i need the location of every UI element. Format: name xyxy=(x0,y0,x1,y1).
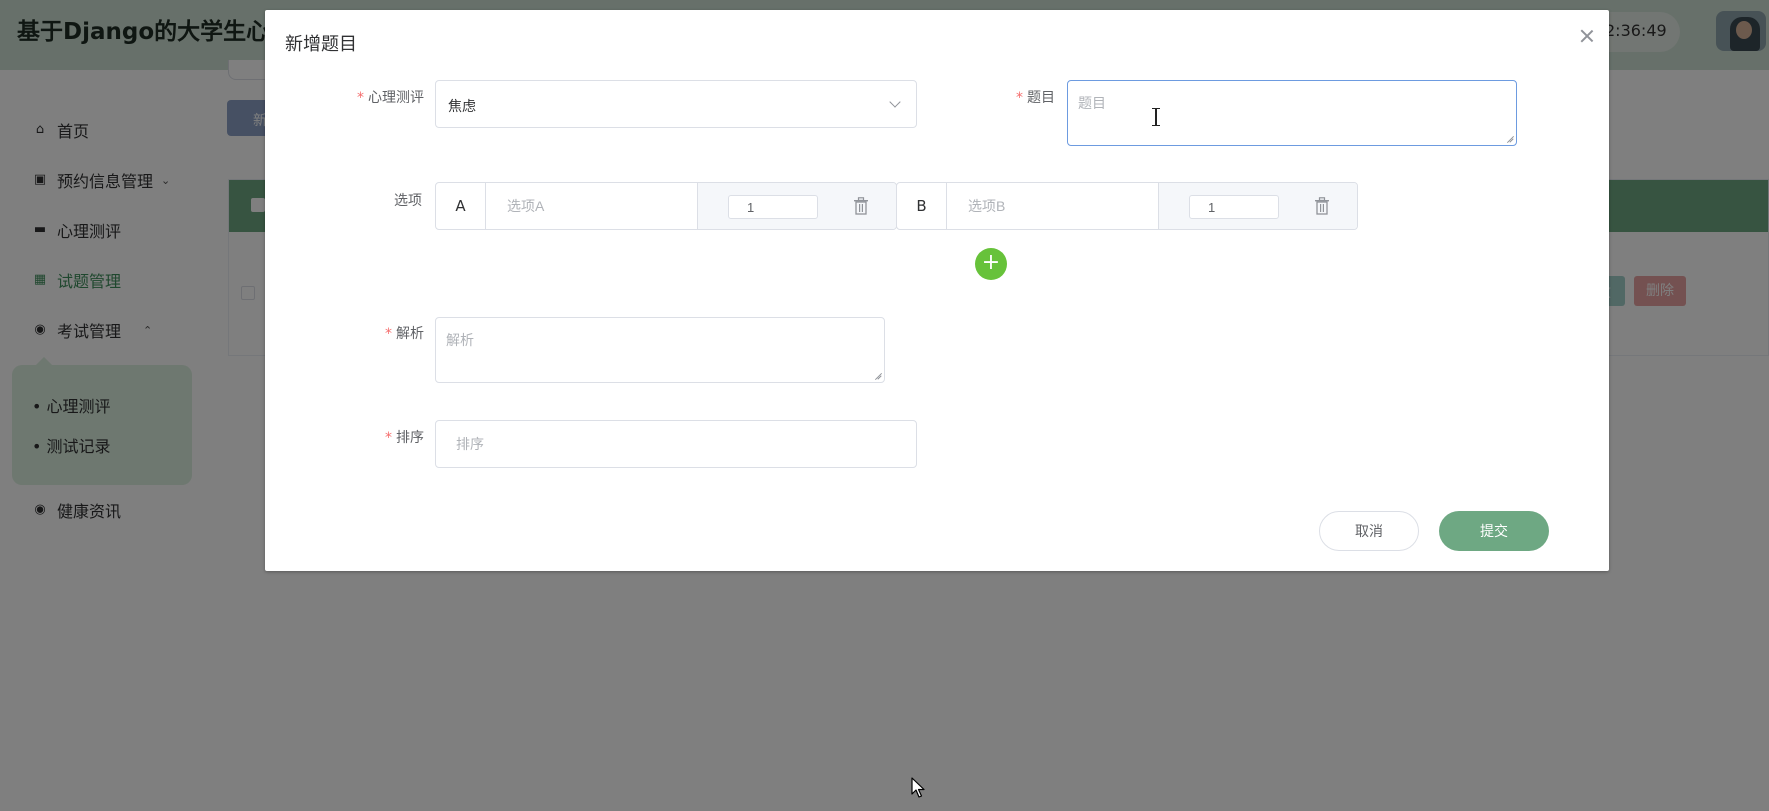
required-mark: * xyxy=(385,430,392,446)
required-mark: * xyxy=(385,326,392,342)
assessment-select[interactable]: 焦虑 xyxy=(435,80,917,128)
sort-label: * 排序 xyxy=(385,430,424,446)
chevron-down-icon xyxy=(889,96,901,108)
options-label: 选项 xyxy=(394,193,422,209)
add-option-button[interactable]: + xyxy=(975,248,1007,280)
resize-handle-icon[interactable] xyxy=(874,372,882,380)
option-b-score-input[interactable] xyxy=(1189,195,1279,219)
required-mark: * xyxy=(1016,90,1023,106)
dialog-title: 新增题目 xyxy=(285,34,357,55)
option-a-input[interactable] xyxy=(487,183,697,229)
close-icon[interactable] xyxy=(1577,26,1597,46)
question-textarea[interactable] xyxy=(1067,80,1517,146)
option-score-area xyxy=(1158,183,1357,229)
resize-handle-icon[interactable] xyxy=(1506,135,1514,143)
sort-input[interactable] xyxy=(435,420,917,468)
option-b-input[interactable] xyxy=(948,183,1158,229)
add-question-dialog: 新增题目 *心理测评 焦虑 *题目 选项 A B xyxy=(265,10,1609,571)
option-row-a: A xyxy=(435,182,897,230)
trash-icon[interactable] xyxy=(853,197,869,215)
question-label: * 题目 xyxy=(1016,90,1055,106)
analysis-textarea[interactable] xyxy=(435,317,885,383)
assessment-select-value: 焦虑 xyxy=(448,99,476,115)
option-a-score-input[interactable] xyxy=(728,195,818,219)
mouse-pointer-icon xyxy=(911,777,925,798)
trash-icon[interactable] xyxy=(1314,197,1330,215)
option-row-b: B xyxy=(896,182,1358,230)
cancel-button[interactable]: 取消 xyxy=(1319,511,1419,551)
submit-button[interactable]: 提交 xyxy=(1439,511,1549,551)
analysis-label: * 解析 xyxy=(385,326,424,342)
option-score-area xyxy=(697,183,896,229)
text-cursor-icon xyxy=(1151,108,1161,126)
required-mark: * xyxy=(357,90,364,106)
assessment-label: * 心理测评 xyxy=(357,90,424,106)
option-letter: B xyxy=(897,183,947,229)
option-letter: A xyxy=(436,183,486,229)
